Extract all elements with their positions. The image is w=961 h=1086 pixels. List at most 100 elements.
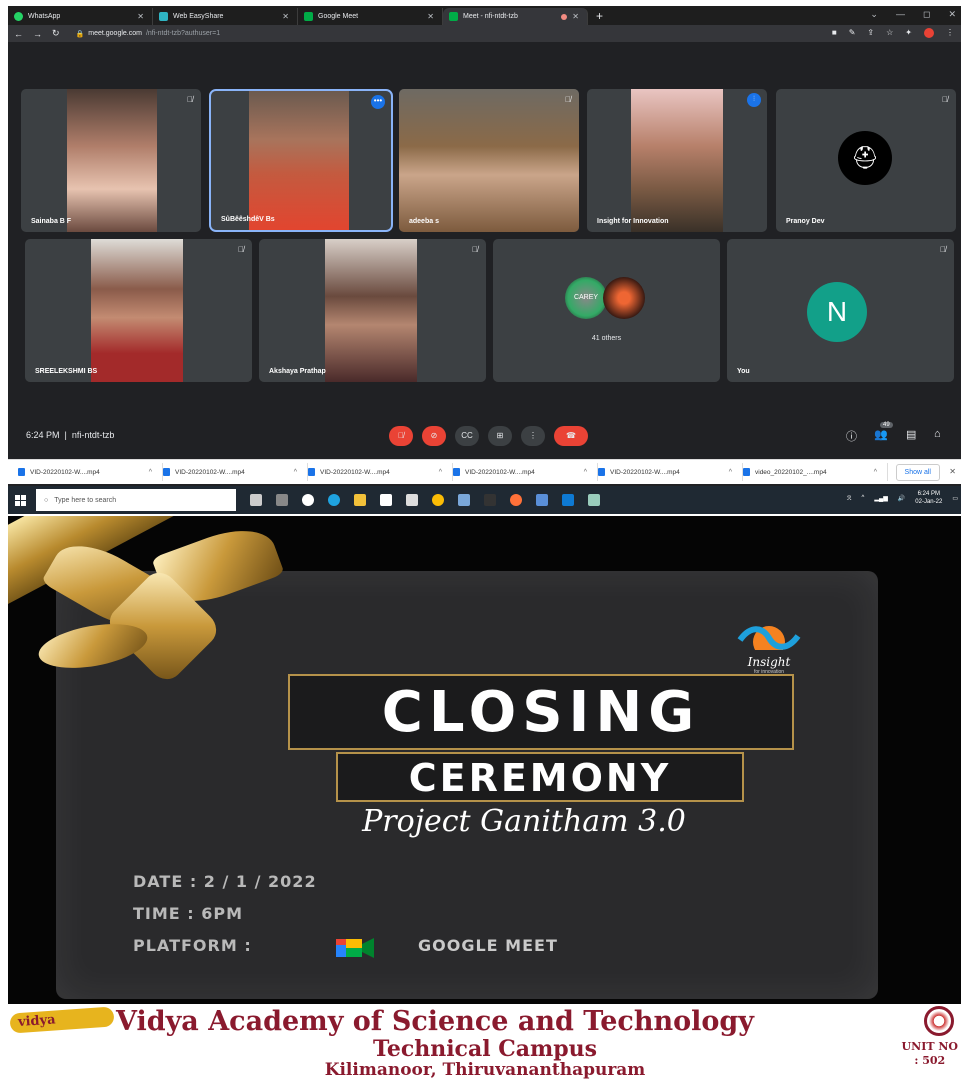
chrome-icon[interactable] xyxy=(432,494,444,506)
participant-tile[interactable]: ⛑ 🎙̸ Pranoy Dev xyxy=(776,89,956,232)
download-item[interactable]: VID-20220102-W....mp4 ^ xyxy=(163,463,308,481)
camera-toggle-button[interactable]: ⊘ xyxy=(422,426,446,446)
notification-icon[interactable]: ▭ xyxy=(952,495,958,502)
start-button[interactable] xyxy=(8,486,32,514)
share-icon[interactable]: ⇪ xyxy=(867,28,874,38)
self-tile[interactable]: N 🎙̸ You xyxy=(727,239,954,382)
star-icon[interactable]: ☆ xyxy=(886,28,893,38)
participant-video xyxy=(91,239,183,382)
tab-web-easyshare[interactable]: Web EasyShare ✕ xyxy=(153,8,298,25)
participant-tile[interactable]: 🎙̸ Sainaba B F xyxy=(21,89,201,232)
chevron-up-icon[interactable]: ^ xyxy=(874,469,877,476)
store-icon[interactable] xyxy=(380,494,392,506)
others-tile[interactable]: CAREY 41 others xyxy=(493,239,720,382)
meeting-info: 6:24 PM | nfi-ntdt-tzb xyxy=(26,430,115,440)
captions-button[interactable]: CC xyxy=(455,426,479,446)
windows-taskbar: ○ Type here to search ℛ ^ ▂▄▆ 🔊 6:24 PM 02… xyxy=(8,486,961,514)
taskbar-search[interactable]: ○ Type here to search xyxy=(36,489,236,511)
participant-tile[interactable]: 🎙̸ Akshaya Prathap xyxy=(259,239,486,382)
participant-name: SREELEKSHMI BS xyxy=(35,368,98,375)
reload-icon[interactable]: ↻ xyxy=(52,28,60,39)
people-tray-icon[interactable]: ℛ xyxy=(847,495,852,502)
url-field[interactable]: 🔒 meet.google.com/nfi-ntdt-tzb?authuser=1 xyxy=(76,30,221,38)
chevron-down-icon[interactable]: ⌄ xyxy=(870,9,878,20)
file-icon xyxy=(308,468,315,476)
more-options-icon[interactable]: ••• xyxy=(371,95,385,109)
mic-off-icon[interactable]: ✎ xyxy=(849,28,856,38)
close-icon[interactable]: ✕ xyxy=(427,12,434,21)
participant-video xyxy=(399,89,579,232)
network-icon[interactable]: ▂▄▆ xyxy=(874,495,887,502)
download-item[interactable]: VID-20220102-W....mp4 ^ xyxy=(18,463,163,481)
search-placeholder: Type here to search xyxy=(54,496,117,504)
vscode-icon[interactable] xyxy=(562,494,574,506)
participant-tile[interactable]: ••• SûBêêshdêV Bs xyxy=(209,89,393,232)
back-icon[interactable]: ← xyxy=(14,29,23,39)
participant-tile[interactable]: ⫶ Insight for Innovation xyxy=(587,89,767,232)
campus-name: Technical Campus xyxy=(372,1036,598,1062)
download-item[interactable]: VID-20220102-W....mp4 ^ xyxy=(453,463,598,481)
activities-icon[interactable]: ⌂ xyxy=(934,428,941,440)
tab-meet-active[interactable]: Meet - nfi-ntdt-tzb ✕ xyxy=(443,8,588,25)
download-item[interactable]: VID-20220102-W....mp4 ^ xyxy=(598,463,743,481)
chevron-up-icon[interactable]: ^ xyxy=(149,469,152,476)
participant-name: Insight for Innovation xyxy=(597,218,669,225)
close-icon[interactable]: ✕ xyxy=(572,12,579,21)
participant-name: adeeba s xyxy=(409,218,439,225)
camera-icon[interactable]: ■ xyxy=(832,28,837,38)
mic-toggle-button[interactable]: 🎙̸ xyxy=(389,426,413,446)
recording-icon xyxy=(561,14,567,20)
mic-off-icon: 🎙̸ xyxy=(940,245,946,254)
mail-icon[interactable] xyxy=(406,494,418,506)
participant-tile[interactable]: 🎙̸ adeeba s xyxy=(399,89,579,232)
close-icon[interactable]: ✕ xyxy=(282,12,289,21)
tab-whatsapp[interactable]: WhatsApp ✕ xyxy=(8,8,153,25)
info-icon[interactable]: ⓘ xyxy=(846,428,857,444)
meeting-code: nfi-ntdt-tzb xyxy=(71,430,115,440)
chevron-up-icon[interactable]: ^ xyxy=(294,469,297,476)
app-icon[interactable] xyxy=(588,494,600,506)
chevron-up-icon[interactable]: ^ xyxy=(439,469,442,476)
extensions-icon[interactable]: ✦ xyxy=(905,28,912,38)
present-button[interactable]: ⊞ xyxy=(488,426,512,446)
menu-icon[interactable]: ⋮ xyxy=(946,28,954,38)
participant-video xyxy=(67,89,157,232)
more-options-button[interactable]: ⋮ xyxy=(521,426,545,446)
task-view-icon[interactable] xyxy=(276,494,288,506)
people-icon[interactable]: 👥 49 xyxy=(874,422,893,441)
ironman-avatar: ⛑ xyxy=(838,131,892,185)
unit-label: UNIT NO xyxy=(901,1040,958,1053)
edge-icon[interactable] xyxy=(328,494,340,506)
poster-platform: PLATFORM : xyxy=(133,936,252,955)
app-icon[interactable] xyxy=(536,494,548,506)
new-tab-button[interactable]: + xyxy=(596,9,603,23)
file-explorer-icon[interactable] xyxy=(354,494,366,506)
participant-tile[interactable]: 🎙̸ SREELEKSHMI BS xyxy=(25,239,252,382)
terminal-icon[interactable] xyxy=(484,494,496,506)
volume-icon[interactable]: 🔊 xyxy=(898,495,905,502)
profile-avatar[interactable] xyxy=(924,28,934,38)
forward-icon[interactable]: → xyxy=(33,29,42,39)
chevron-up-icon[interactable]: ^ xyxy=(729,469,732,476)
close-window-icon[interactable]: ✕ xyxy=(948,9,956,20)
close-icon[interactable]: ✕ xyxy=(949,467,956,476)
show-all-downloads-button[interactable]: Show all xyxy=(895,464,940,481)
chevron-up-icon[interactable]: ^ xyxy=(862,495,865,501)
cortana-icon[interactable] xyxy=(302,494,314,506)
chevron-up-icon[interactable]: ^ xyxy=(584,469,587,476)
maximize-icon[interactable]: ◻ xyxy=(923,9,930,20)
app-icon[interactable] xyxy=(458,494,470,506)
address-bar: ← → ↻ 🔒 meet.google.com/nfi-ntdt-tzb?auth… xyxy=(8,25,961,42)
ceremony-poster: Insight for innovation CLOSING CEREMONY … xyxy=(8,516,961,1082)
mic-icon[interactable] xyxy=(250,494,262,506)
download-item[interactable]: VID-20220102-W....mp4 ^ xyxy=(308,463,453,481)
close-icon[interactable]: ✕ xyxy=(137,12,144,21)
mic-off-icon: 🎙̸ xyxy=(238,245,244,254)
tab-google-meet[interactable]: Google Meet ✕ xyxy=(298,8,443,25)
download-item[interactable]: video_20220102_....mp4 ^ xyxy=(743,463,888,481)
firefox-icon[interactable] xyxy=(510,494,522,506)
minimize-icon[interactable]: — xyxy=(896,9,905,20)
clock[interactable]: 6:24 PM 02-Jan-22 xyxy=(915,490,942,506)
leave-call-button[interactable]: ☎ xyxy=(554,426,588,446)
chat-icon[interactable]: ▤ xyxy=(906,428,916,441)
